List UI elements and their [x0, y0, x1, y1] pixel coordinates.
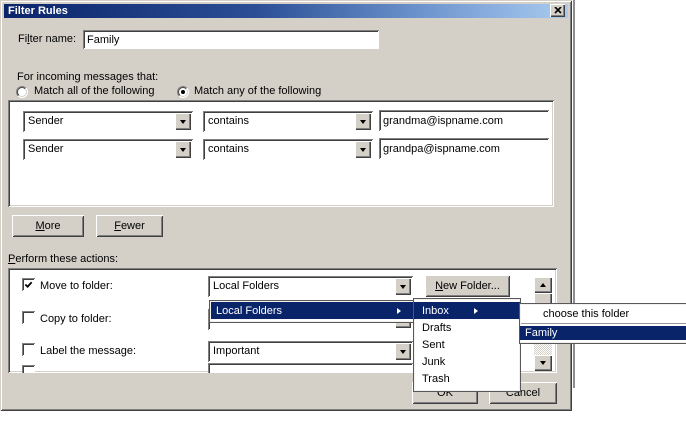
menu-item-local-folders[interactable]: Local Folders [211, 302, 415, 319]
chevron-down-icon [180, 120, 186, 124]
menu-item-label: Local Folders [216, 305, 282, 317]
chevron-down-icon [400, 350, 406, 354]
match-any-label[interactable]: Match any of the following [194, 85, 321, 97]
menu-item-label: Junk [422, 356, 445, 368]
fewer-button[interactable]: Fewer [96, 215, 163, 237]
menu-separator [521, 323, 686, 325]
filter-name-input[interactable] [83, 30, 379, 49]
arrow-up-icon [540, 283, 546, 287]
menu-item-label: choose this folder [543, 308, 629, 320]
condition-verb-select-1[interactable]: contains [203, 111, 373, 132]
menu-item-inbox[interactable]: Inbox [414, 302, 520, 319]
new-folder-button[interactable]: New Folder... [425, 275, 510, 297]
menu-item-label: Trash [422, 373, 450, 385]
dialog-titlebar[interactable]: Filter Rules [4, 4, 568, 18]
condition-value-input-1[interactable] [379, 110, 549, 131]
close-button[interactable] [550, 4, 565, 17]
move-to-folder-select[interactable]: Local Folders [208, 276, 413, 297]
condition-verb-value: contains [208, 115, 249, 127]
clipped-action-checkbox[interactable] [22, 365, 35, 373]
dropdown-button[interactable] [355, 141, 371, 158]
chevron-down-icon [180, 148, 186, 152]
clipped-action-select[interactable] [208, 363, 413, 373]
move-to-folder-label[interactable]: Move to folder: [40, 280, 113, 292]
menu-item-drafts[interactable]: Drafts [414, 319, 520, 336]
screen: Filter Rules Filter name: For incoming m… [0, 0, 686, 422]
condition-verb-select-2[interactable]: contains [203, 139, 373, 160]
menu-item-family[interactable]: Family [520, 326, 686, 340]
menu-item-label: Sent [422, 339, 445, 351]
condition-field-select-1[interactable]: Sender [23, 111, 193, 132]
local-folders-submenu: Inbox Drafts Sent Junk Trash [413, 298, 521, 392]
scroll-down-button[interactable] [534, 355, 552, 371]
radio-ring [17, 87, 27, 97]
dropdown-button[interactable] [355, 113, 371, 130]
label-message-select[interactable]: Important [208, 341, 413, 362]
dropdown-button[interactable] [395, 343, 411, 360]
menu-item-junk[interactable]: Junk [414, 353, 520, 370]
condition-field-select-2[interactable]: Sender [23, 139, 193, 160]
arrow-down-icon [540, 361, 546, 365]
label-value: Important [213, 345, 259, 357]
chevron-down-icon [400, 285, 406, 289]
chevron-down-icon [360, 120, 366, 124]
dropdown-button[interactable] [175, 141, 191, 158]
menu-item-label: Family [525, 327, 557, 339]
chevron-down-icon [360, 148, 366, 152]
condition-field-value: Sender [28, 143, 63, 155]
conditions-heading: For incoming messages that: [17, 71, 158, 83]
label-message-checkbox[interactable] [22, 343, 35, 356]
close-icon [554, 7, 562, 14]
match-all-label[interactable]: Match all of the following [34, 85, 154, 97]
menu-item-trash[interactable]: Trash [414, 370, 520, 387]
menu-item-sent[interactable]: Sent [414, 336, 520, 353]
filter-name-label: Filter name: [18, 33, 76, 45]
submenu-arrow-icon [397, 308, 401, 314]
conditions-panel: Sender contains Sender contains [8, 100, 554, 207]
fewer-button-label: Fewer [114, 220, 145, 232]
condition-value-input-2[interactable] [379, 138, 549, 159]
checkmark-icon [24, 280, 33, 289]
more-button[interactable]: More [12, 215, 84, 237]
dialog-title: Filter Rules [4, 5, 68, 17]
radio-dot-icon [181, 90, 185, 94]
dropdown-button[interactable] [175, 113, 191, 130]
scroll-up-button[interactable] [534, 277, 552, 293]
folder-picker-menu: Local Folders [209, 300, 417, 323]
actions-heading: Perform these actions: [8, 253, 118, 265]
menu-item-label: Inbox [422, 305, 449, 317]
move-to-folder-checkbox[interactable] [22, 278, 35, 291]
menu-item-label: Drafts [422, 322, 451, 334]
dropdown-button[interactable] [395, 278, 411, 295]
inbox-submenu: choose this folder Family [519, 303, 686, 344]
condition-verb-value: contains [208, 143, 249, 155]
copy-to-folder-label[interactable]: Copy to folder: [40, 313, 112, 325]
menu-item-choose-this-folder[interactable]: choose this folder [520, 305, 686, 322]
submenu-arrow-icon [474, 308, 478, 314]
match-any-radio[interactable] [177, 86, 189, 98]
more-button-label: More [35, 220, 60, 232]
condition-field-value: Sender [28, 115, 63, 127]
new-folder-button-label: New Folder... [435, 280, 500, 292]
label-message-label[interactable]: Label the message: [40, 345, 136, 357]
match-all-radio[interactable] [16, 86, 28, 98]
folder-value: Local Folders [213, 280, 279, 292]
copy-to-folder-checkbox[interactable] [22, 311, 35, 324]
